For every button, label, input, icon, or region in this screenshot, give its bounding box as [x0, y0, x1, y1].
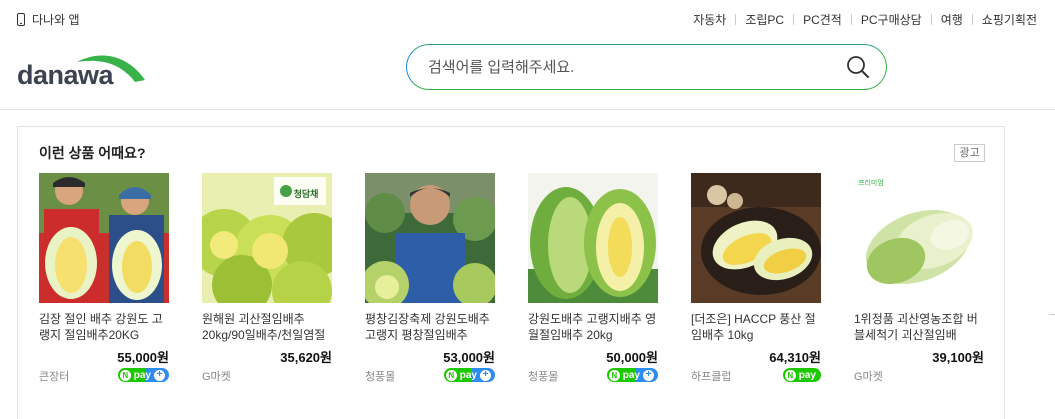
nav-item-pc-consult[interactable]: PC구매상담	[861, 11, 922, 28]
product-image[interactable]	[39, 173, 169, 303]
product-seller: 청풍몰	[365, 371, 396, 383]
search-box	[406, 44, 887, 90]
ad-badge[interactable]: 광고	[954, 144, 985, 162]
product-name[interactable]: 원해원 괴산절임배추20kg/90일배추/천일염절임/	[202, 311, 332, 343]
naver-pay-badge: Npay +	[443, 368, 495, 382]
product-image[interactable]	[528, 173, 658, 303]
naver-pay-n-icon: N	[608, 369, 620, 381]
naver-pay-n-icon: N	[445, 369, 457, 381]
product-image[interactable]: 청담채	[202, 173, 332, 303]
product-image[interactable]	[691, 173, 821, 303]
product-seller: G마켓	[854, 371, 883, 383]
product-price: 35,620원	[280, 350, 332, 365]
product-seller: 청풍몰	[528, 371, 559, 383]
nav-item-custom-pc[interactable]: 조립PC	[745, 11, 784, 28]
npay-text: pay	[459, 369, 477, 381]
nav-divider	[735, 14, 737, 25]
scroll-edge-marker	[1049, 314, 1055, 315]
product-name[interactable]: 1위정품 괴산영농조합 버블세척기 괴산절임배	[854, 311, 984, 343]
product-name[interactable]: [더조은] HACCP 풍산 절임배추 10kg	[691, 311, 821, 343]
naver-pay-badge: Npay	[782, 368, 821, 382]
main-header: danawa	[0, 38, 1055, 110]
plus-icon: +	[643, 369, 654, 381]
logo-text: danawa	[17, 60, 114, 90]
npay-text: pay	[622, 369, 640, 381]
top-nav: 자동차 조립PC PC견적 PC구매상담 여행 쇼핑기획전	[693, 11, 1037, 28]
nav-item-travel[interactable]: 여행	[941, 11, 963, 28]
product-card[interactable]: 평창김장축제 강원도배추 고랭지 평창절임배추 53,000원 청풍몰 Npay…	[365, 173, 495, 385]
npay-text: pay	[798, 369, 816, 381]
product-seller: 큰장터	[39, 371, 70, 383]
product-price: 50,000원	[606, 350, 658, 365]
npay-text: pay	[133, 369, 151, 381]
panel-title: 이런 상품 어때요?	[39, 145, 146, 161]
product-card[interactable]: 강원도배추 고랭지배추 영월절임배추 20kg 50,000원 청풍몰 Npay…	[528, 173, 658, 385]
plus-icon: +	[480, 369, 491, 381]
app-link-label: 다나와 앱	[32, 13, 80, 27]
top-utility-bar: 다나와 앱 자동차 조립PC PC견적 PC구매상담 여행 쇼핑기획전	[0, 0, 1055, 38]
product-card[interactable]: 청담채 원해원 괴산절임배추20kg/90일배추/천일염절임/ 35,620원 …	[202, 173, 332, 385]
product-name[interactable]: 강원도배추 고랭지배추 영월절임배추 20kg	[528, 311, 658, 343]
product-seller: 하프클럽	[691, 371, 732, 383]
nav-divider	[850, 14, 852, 25]
naver-pay-n-icon: N	[119, 369, 131, 381]
danawa-app-link[interactable]: 다나와 앱	[17, 11, 80, 28]
danawa-logo[interactable]: danawa	[17, 52, 147, 92]
product-image[interactable]	[365, 173, 495, 303]
nav-item-car[interactable]: 자동차	[693, 11, 726, 28]
product-seller: G마켓	[202, 371, 231, 383]
product-price: 53,000원	[443, 350, 495, 365]
nav-divider	[971, 14, 973, 25]
nav-item-pc-estimate[interactable]: PC견적	[803, 11, 842, 28]
product-card[interactable]: 김장 절인 배추 강원도 고랭지 절임배추20KG 55,000원 큰장터 Np…	[39, 173, 169, 385]
product-price: 39,100원	[932, 350, 984, 365]
product-name[interactable]: 김장 절인 배추 강원도 고랭지 절임배추20KG	[39, 311, 169, 343]
product-card[interactable]: 프리미엄 1위정품 괴산영농조합 버블세척기 괴산절임배 39,100원 G마켓	[854, 173, 984, 385]
product-name[interactable]: 평창김장축제 강원도배추 고랭지 평창절임배추	[365, 311, 495, 343]
nav-divider	[930, 14, 932, 25]
product-list: 김장 절인 배추 강원도 고랭지 절임배추20KG 55,000원 큰장터 Np…	[39, 173, 989, 393]
naver-pay-badge: Npay +	[117, 368, 169, 382]
search-icon[interactable]	[846, 55, 870, 79]
product-price: 55,000원	[117, 350, 169, 365]
naver-pay-n-icon: N	[784, 369, 796, 381]
product-card[interactable]: [더조은] HACCP 풍산 절임배추 10kg 64,310원 하프클럽 Np…	[691, 173, 821, 385]
nav-divider	[793, 14, 795, 25]
product-price: 64,310원	[769, 350, 821, 365]
recommended-products-panel: 이런 상품 어때요? 광고 김장 절인 배추 강원도 고랭지 절임배추20KG …	[17, 126, 1005, 419]
mobile-phone-icon	[17, 13, 25, 26]
image-label-text: 프리미엄	[858, 178, 884, 187]
image-brand-text: 청담채	[294, 188, 319, 200]
search-input[interactable]	[428, 56, 828, 78]
plus-icon: +	[154, 369, 165, 381]
nav-item-shopping-event[interactable]: 쇼핑기획전	[982, 11, 1037, 28]
naver-pay-badge: Npay +	[606, 368, 658, 382]
product-image[interactable]: 프리미엄	[854, 173, 984, 303]
